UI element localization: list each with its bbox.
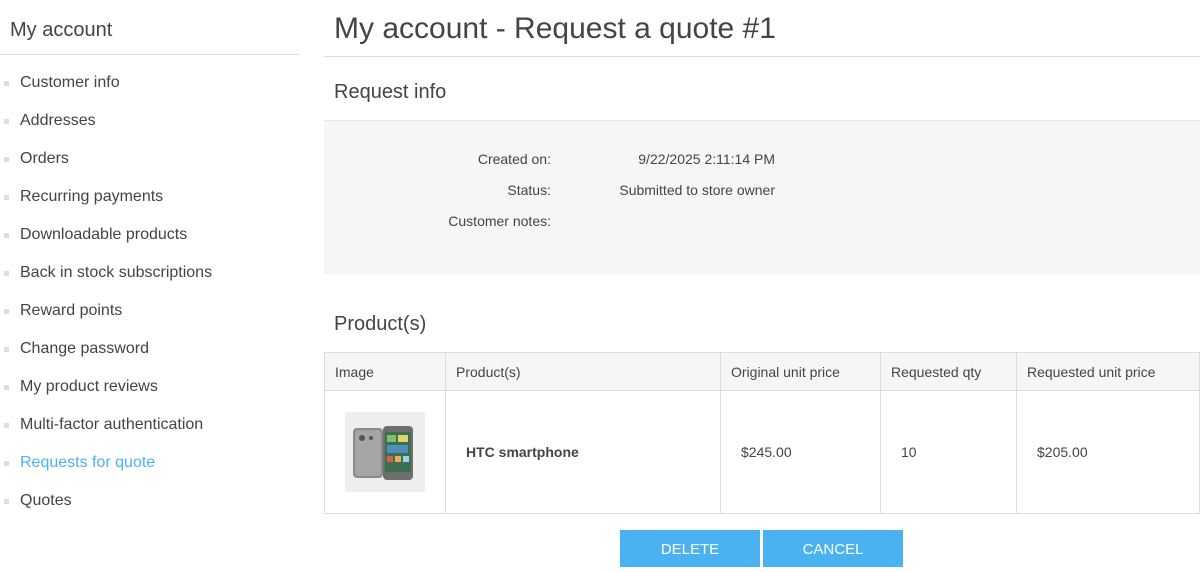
bullet-icon (4, 233, 9, 238)
sidebar-item-label: Reward points (20, 302, 123, 319)
bullet-icon (4, 157, 9, 162)
status-value: Submitted to store owner (619, 182, 775, 198)
table-header-row: Image Product(s) Original unit price Req… (324, 352, 1200, 391)
created-on-value: 9/22/2025 2:11:14 PM (638, 151, 775, 167)
bullet-icon (4, 119, 9, 124)
delete-button[interactable]: DELETE (620, 530, 760, 567)
sidebar-item-label: Orders (20, 150, 69, 167)
column-header-product: Product(s) (445, 352, 721, 391)
column-header-requested-price: Requested unit price (1016, 352, 1200, 391)
products-title: Product(s) (334, 313, 427, 335)
column-header-requested-qty: Requested qty (880, 352, 1017, 391)
bullet-icon (4, 81, 9, 86)
account-navigation: Customer info Addresses Orders Recurring… (0, 64, 212, 520)
page-title: My account - Request a quote #1 (324, 0, 1200, 57)
product-name-cell: HTC smartphone (445, 390, 721, 514)
table-row: HTC smartphone $245.00 10 $205.00 (324, 390, 1200, 514)
created-on-label: Created on: (477, 151, 551, 167)
sidebar-item-label: Customer info (20, 74, 120, 91)
main-content: My account - Request a quote #1 Request … (324, 0, 1200, 567)
sidebar-item-addresses[interactable]: Addresses (0, 102, 212, 140)
sidebar-item-label: Multi-factor authentication (20, 416, 204, 433)
column-header-original-price: Original unit price (720, 352, 881, 391)
sidebar-item-label: Requests for quote (20, 454, 156, 471)
requested-qty-cell: 10 (880, 390, 1017, 514)
account-sidebar: My account Customer info Addresses Order… (0, 0, 300, 509)
bullet-icon (4, 195, 9, 200)
product-image-cell (324, 390, 446, 514)
htc-smartphone-photo-icon[interactable] (345, 412, 425, 492)
products-table: Image Product(s) Original unit price Req… (324, 352, 1200, 514)
sidebar-item-label: Recurring payments (20, 188, 164, 205)
sidebar-item-label: Addresses (20, 112, 96, 129)
cancel-button[interactable]: CANCEL (763, 530, 903, 567)
sidebar-item-label: Quotes (20, 492, 72, 509)
sidebar-item-customer-info[interactable]: Customer info (0, 64, 212, 102)
sidebar-item-multi-factor-auth[interactable]: Multi-factor authentication (0, 406, 212, 444)
sidebar-item-quotes[interactable]: Quotes (0, 482, 212, 520)
status-label: Status: (507, 182, 551, 198)
bullet-icon (4, 309, 9, 314)
sidebar-item-product-reviews[interactable]: My product reviews (0, 368, 212, 406)
requested-unit-price-cell: $205.00 (1016, 390, 1200, 514)
customer-notes-row: Customer notes: (324, 213, 1200, 233)
column-header-image: Image (324, 352, 446, 391)
sidebar-item-label: Change password (20, 340, 149, 357)
sidebar-item-recurring-payments[interactable]: Recurring payments (0, 178, 212, 216)
sidebar-item-label: Downloadable products (20, 226, 188, 243)
sidebar-item-back-in-stock[interactable]: Back in stock subscriptions (0, 254, 212, 292)
bullet-icon (4, 461, 9, 466)
bullet-icon (4, 347, 9, 352)
bullet-icon (4, 423, 9, 428)
request-info-panel: Created on: 9/22/2025 2:11:14 PM Status:… (324, 120, 1200, 274)
sidebar-title: My account (0, 0, 300, 55)
request-info-title: Request info (334, 81, 447, 103)
product-name-link[interactable]: HTC smartphone (466, 444, 579, 460)
sidebar-item-downloadable-products[interactable]: Downloadable products (0, 216, 212, 254)
sidebar-item-change-password[interactable]: Change password (0, 330, 212, 368)
created-on-row: Created on: 9/22/2025 2:11:14 PM (324, 151, 1200, 171)
sidebar-item-requests-for-quote[interactable]: Requests for quote (0, 444, 212, 482)
bullet-icon (4, 499, 9, 504)
sidebar-item-orders[interactable]: Orders (0, 140, 212, 178)
sidebar-item-label: My product reviews (20, 378, 158, 395)
sidebar-item-reward-points[interactable]: Reward points (0, 292, 212, 330)
bullet-icon (4, 271, 9, 276)
status-row: Status: Submitted to store owner (324, 182, 1200, 202)
customer-notes-label: Customer notes: (448, 213, 551, 229)
original-unit-price-cell: $245.00 (720, 390, 881, 514)
bullet-icon (4, 385, 9, 390)
sidebar-item-label: Back in stock subscriptions (20, 264, 213, 281)
